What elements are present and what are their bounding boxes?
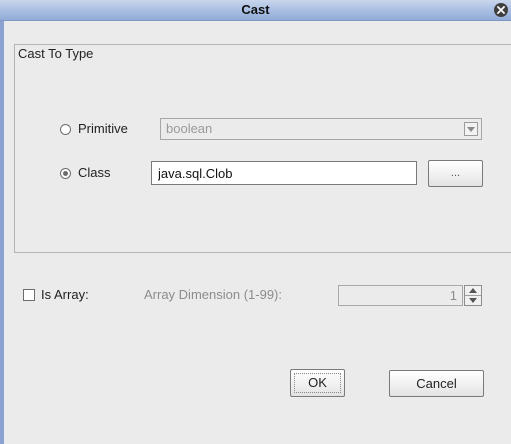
cast-to-type-group xyxy=(14,44,511,253)
chevron-down-icon xyxy=(467,126,475,132)
close-button[interactable] xyxy=(494,3,508,17)
array-dimension-field: 1 xyxy=(338,285,463,306)
close-icon xyxy=(497,6,505,14)
ok-button[interactable]: OK xyxy=(290,369,345,397)
spin-up-icon xyxy=(469,288,477,293)
ok-button-label: OK xyxy=(308,375,327,390)
class-name-input[interactable] xyxy=(151,161,417,185)
is-array-label[interactable]: Is Array: xyxy=(41,287,89,302)
class-label[interactable]: Class xyxy=(78,165,111,180)
array-dimension-spinner xyxy=(464,285,482,306)
radio-selected-dot xyxy=(63,171,68,176)
primitive-type-value: boolean xyxy=(166,121,213,136)
array-dimension-value: 1 xyxy=(449,288,457,303)
is-array-checkbox[interactable] xyxy=(23,289,35,301)
window-left-border xyxy=(0,21,4,444)
dialog-title: Cast xyxy=(241,2,270,17)
title-bar[interactable]: Cast xyxy=(0,0,511,21)
primitive-type-select: boolean xyxy=(160,118,482,140)
cancel-button[interactable]: Cancel xyxy=(389,370,484,397)
cast-to-type-legend: Cast To Type xyxy=(16,46,97,61)
primitive-label[interactable]: Primitive xyxy=(78,121,128,136)
spin-down-button xyxy=(465,296,481,305)
cast-dialog: Cast Cast To Type Primitive boolean Clas… xyxy=(0,0,511,444)
spin-down-icon xyxy=(469,298,477,303)
browse-class-button[interactable]: ... xyxy=(428,160,483,187)
combo-dropdown-button xyxy=(464,122,478,136)
class-radio[interactable] xyxy=(60,168,71,179)
array-dimension-label: Array Dimension (1-99): xyxy=(144,287,282,302)
primitive-radio[interactable] xyxy=(60,124,71,135)
spin-up-button xyxy=(465,286,481,296)
